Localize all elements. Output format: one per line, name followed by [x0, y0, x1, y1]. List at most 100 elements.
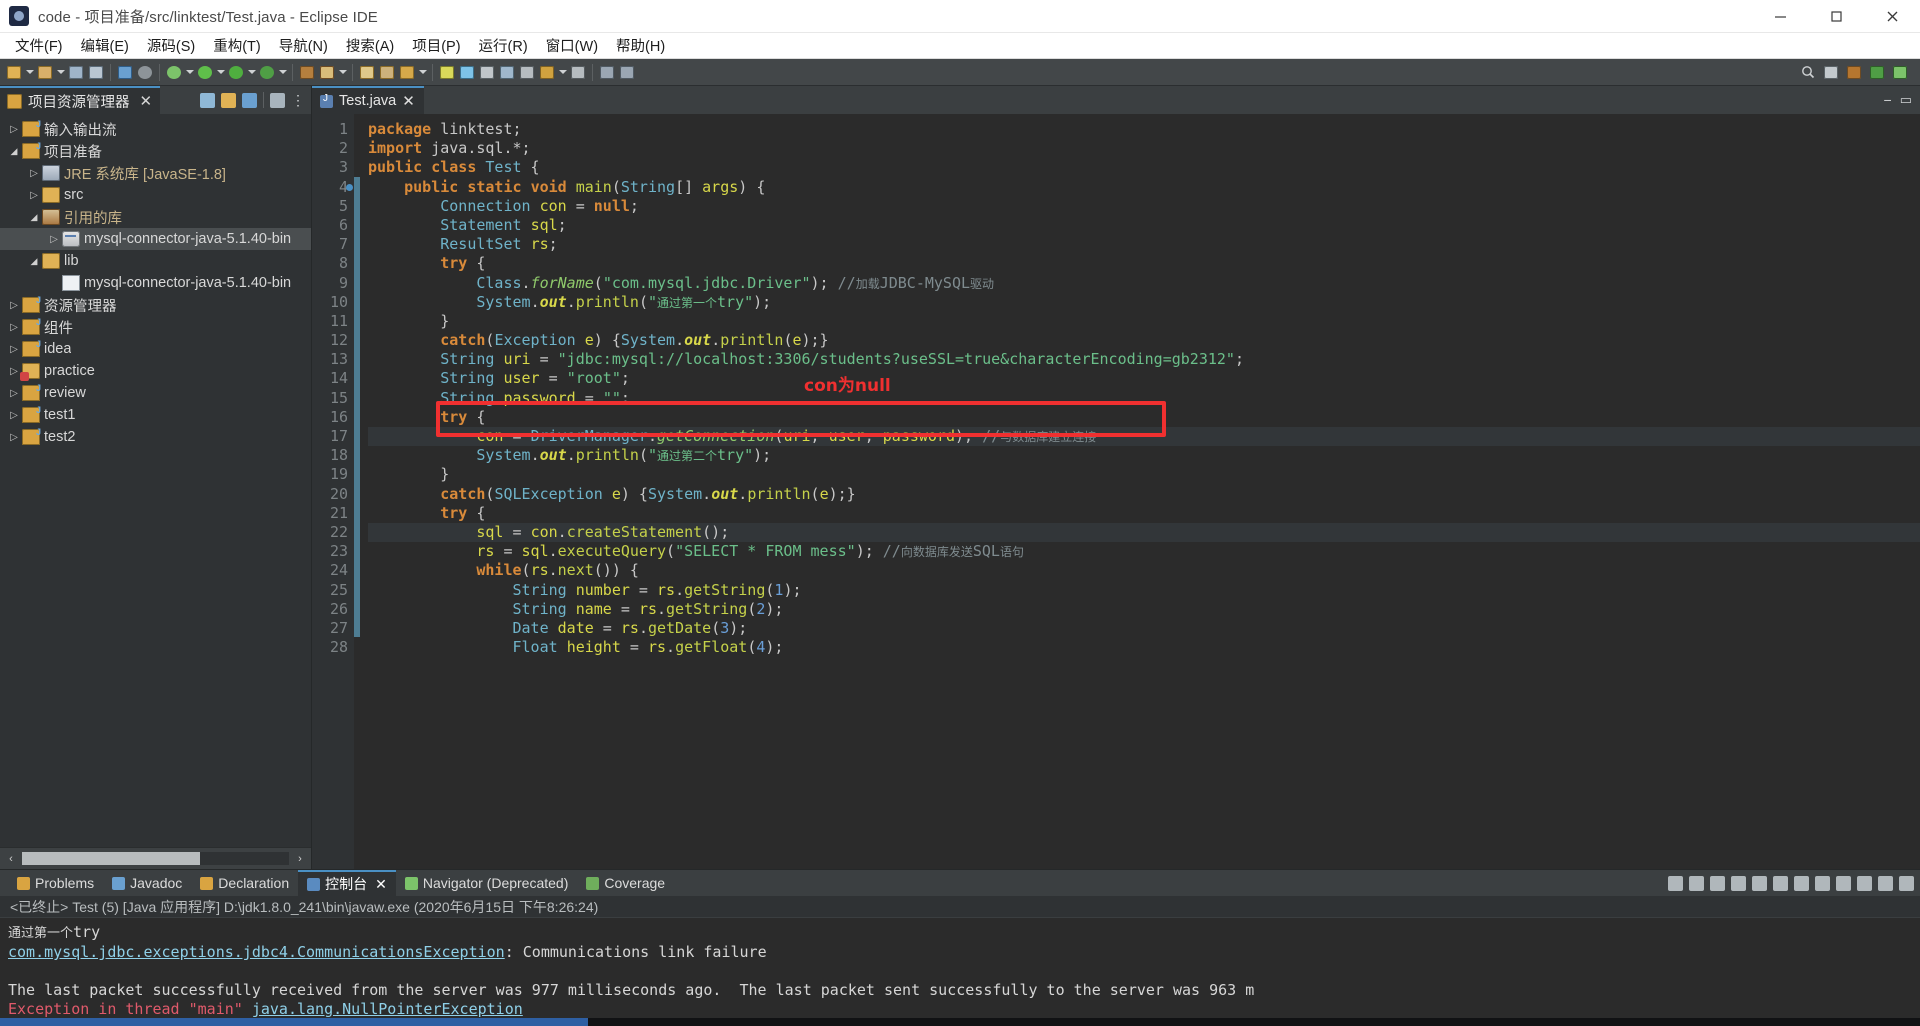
save-icon[interactable] [66, 62, 86, 83]
code-line[interactable]: Statement sql; [368, 216, 1920, 235]
previous-annotation-icon[interactable] [457, 62, 477, 83]
minimize-button[interactable] [1752, 0, 1808, 33]
console-output[interactable]: 通过第一个trycom.mysql.jdbc.exceptions.jdbc4.… [0, 918, 1920, 1026]
code-line[interactable]: String name = rs.getString(2); [368, 600, 1920, 619]
close-icon[interactable]: ✕ [140, 92, 153, 110]
clear-console-icon[interactable] [1731, 876, 1746, 891]
tree-item[interactable]: 项目准备 [0, 140, 311, 162]
code-line[interactable]: con = DriverManager.getConnection(uri, u… [368, 427, 1920, 446]
scroll-left-button[interactable]: ‹ [2, 850, 20, 868]
save-all-icon[interactable] [86, 62, 106, 83]
menu-window[interactable]: 窗口(W) [537, 33, 607, 58]
terminate-icon[interactable] [1668, 876, 1683, 891]
coverage-icon[interactable] [257, 62, 277, 83]
console-tab-javadoc[interactable]: Javadoc [103, 870, 191, 896]
menu-refactor[interactable]: 重构(T) [204, 33, 270, 58]
code-line[interactable]: public class Test { [368, 158, 1920, 177]
code-line[interactable]: ResultSet rs; [368, 235, 1920, 254]
expand-arrow-closed-icon[interactable] [26, 190, 42, 201]
code-line[interactable]: catch(SQLException e) {System.out.printl… [368, 485, 1920, 504]
code-line[interactable]: } [368, 312, 1920, 331]
open-perspective-button-icon[interactable] [1821, 62, 1841, 83]
tree-item[interactable]: practice [0, 360, 311, 382]
code-line[interactable]: public static void main(String[] args) { [368, 178, 1920, 197]
tree-item[interactable]: test2 [0, 426, 311, 448]
scroll-thumb[interactable] [22, 852, 200, 865]
display-selected-icon[interactable] [1794, 876, 1809, 891]
search-tool-icon[interactable] [357, 62, 377, 83]
code-line[interactable]: Float height = rs.getFloat(4); [368, 638, 1920, 657]
code-line[interactable]: import java.sql.*; [368, 139, 1920, 158]
tree-item[interactable]: lib [0, 250, 311, 272]
forward-history-icon[interactable] [617, 62, 637, 83]
tree-item[interactable]: 资源管理器 [0, 294, 311, 316]
new-wizard-dropdown-icon[interactable] [24, 62, 35, 83]
menu-file[interactable]: 文件(F) [6, 33, 72, 58]
filter-icon[interactable] [242, 93, 257, 108]
expand-arrow-open-icon[interactable] [6, 146, 22, 157]
expand-arrow-closed-icon[interactable] [26, 168, 42, 179]
next-annotation-icon[interactable] [437, 62, 457, 83]
open-type-icon[interactable] [115, 62, 135, 83]
scroll-lock-icon[interactable] [1752, 876, 1767, 891]
explorer-horizontal-scrollbar[interactable]: ‹ › [0, 847, 311, 869]
run-external-icon[interactable] [226, 62, 246, 83]
scroll-right-button[interactable]: › [291, 850, 309, 868]
menu-run[interactable]: 运行(R) [470, 33, 537, 58]
code-line[interactable]: try { [368, 504, 1920, 523]
forward-icon[interactable] [568, 62, 588, 83]
minimize-icon[interactable] [1878, 876, 1893, 891]
tab-project-explorer[interactable]: 项目资源管理器 ✕ [0, 86, 160, 114]
code-line[interactable]: package linktest; [368, 120, 1920, 139]
back-icon[interactable] [537, 62, 557, 83]
exception-link[interactable]: com.mysql.jdbc.exceptions.jdbc4.Communic… [8, 943, 505, 961]
console-tab-console[interactable]: 控制台✕ [298, 870, 396, 896]
view-menu-icon[interactable] [1857, 876, 1872, 891]
debug-dropdown-icon[interactable] [184, 62, 195, 83]
expand-arrow-closed-icon[interactable] [6, 410, 22, 421]
expand-arrow-closed-icon[interactable] [6, 300, 22, 311]
view-menu-icon[interactable] [270, 93, 285, 108]
new-wizard-icon[interactable] [4, 62, 24, 83]
new-class-dropdown-icon[interactable] [55, 62, 66, 83]
new-java-class-icon[interactable] [35, 62, 55, 83]
show-view-icon[interactable] [517, 62, 537, 83]
code-line[interactable]: } [368, 465, 1920, 484]
menu-help[interactable]: 帮助(H) [607, 33, 674, 58]
tree-item[interactable]: mysql-connector-java-5.1.40-bin [0, 228, 311, 250]
scroll-track[interactable] [22, 852, 289, 865]
close-icon[interactable]: ✕ [375, 876, 387, 893]
expand-arrow-closed-icon[interactable] [6, 124, 22, 135]
minimize-icon[interactable]: − [1884, 92, 1892, 108]
menu-edit[interactable]: 编辑(E) [72, 33, 138, 58]
maximize-icon[interactable]: ▭ [1900, 92, 1912, 108]
menu-source[interactable]: 源码(S) [138, 33, 204, 58]
new-java-project-icon[interactable] [297, 62, 317, 83]
debug-icon[interactable] [164, 62, 184, 83]
tree-item[interactable]: 引用的库 [0, 206, 311, 228]
console-tab-navigator-deprecated[interactable]: Navigator (Deprecated) [396, 870, 578, 896]
breakpoint-marker[interactable] [346, 184, 353, 191]
open-console-icon[interactable] [1815, 876, 1830, 891]
code-editor[interactable]: 1234567891011121314151617181920212223242… [312, 114, 1920, 869]
coverage-dropdown-icon[interactable] [277, 62, 288, 83]
new-package-dropdown-icon[interactable] [337, 62, 348, 83]
link-with-editor-icon[interactable] [221, 93, 236, 108]
collapse-all-icon[interactable] [200, 93, 215, 108]
code-line[interactable]: String user = "root"; [368, 369, 1920, 388]
code-line[interactable]: String password = ""; [368, 389, 1920, 408]
tree-item[interactable]: 输入输出流 [0, 118, 311, 140]
java-ee-perspective-icon[interactable] [1867, 62, 1887, 83]
run-external-dropdown-icon[interactable] [246, 62, 257, 83]
code-line[interactable]: catch(Exception e) {System.out.println(e… [368, 331, 1920, 350]
new-package-icon[interactable] [317, 62, 337, 83]
code-line[interactable]: Date date = rs.getDate(3); [368, 619, 1920, 638]
remove-launch-icon[interactable] [1689, 876, 1704, 891]
expand-arrow-closed-icon[interactable] [6, 432, 22, 443]
quick-access-search-icon[interactable] [1798, 62, 1818, 83]
pin-console-icon[interactable] [1773, 876, 1788, 891]
menu-project[interactable]: 项目(P) [403, 33, 469, 58]
expand-arrow-closed-icon[interactable] [6, 344, 22, 355]
remove-all-icon[interactable] [1710, 876, 1725, 891]
close-button[interactable] [1864, 0, 1920, 33]
